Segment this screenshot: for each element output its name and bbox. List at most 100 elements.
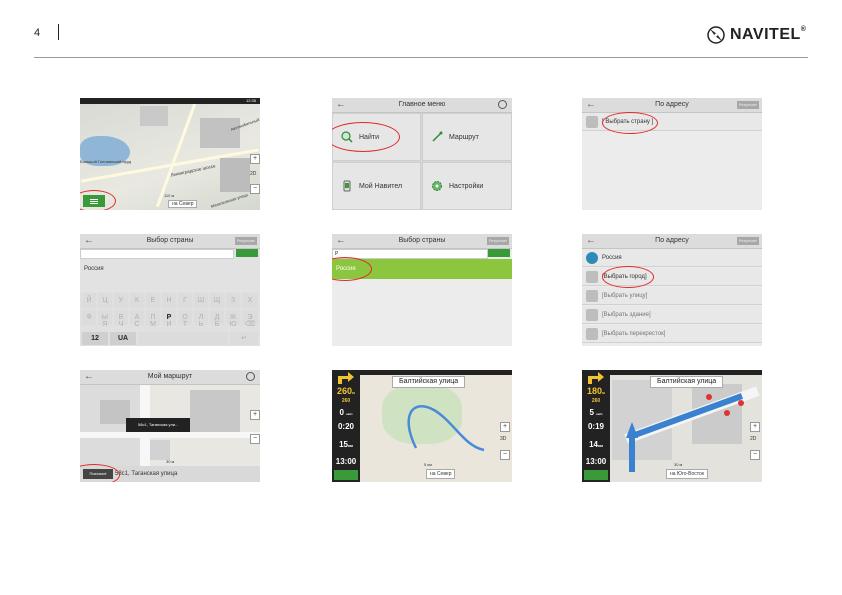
turn-distance: 180м [587, 386, 605, 396]
zoom-out-button[interactable]: − [250, 184, 260, 194]
key-lang[interactable]: UA [110, 332, 136, 345]
enter-key[interactable]: ↵ [230, 332, 258, 345]
screenshot-my-route: ← Мой маршрут 58с1, Таганская ули... + −… [80, 370, 260, 482]
zoom-in-button[interactable]: + [750, 422, 760, 432]
key[interactable]: Б [210, 320, 224, 330]
direction-label: на Север [426, 469, 456, 479]
screenshot-country-keyboard: ← Выбор страны Результат Россия Й Ц У К … [80, 234, 260, 346]
brand-name: NAVITEL® [730, 26, 807, 43]
clock: 13:00 [585, 457, 607, 466]
suggestion-item[interactable]: Россия [84, 266, 104, 272]
key[interactable]: Ч [114, 320, 128, 330]
destination-popup[interactable]: 58с1, Таганская ули... [126, 418, 190, 432]
screen-title: По адресу [655, 237, 689, 244]
backspace-key[interactable]: ⌫ [242, 320, 258, 330]
highlight-select-city [602, 266, 654, 288]
screen-title: Выбор страны [146, 237, 194, 244]
scale-label: 110 м [164, 193, 175, 198]
page-number: 4 [34, 27, 41, 39]
title-bar: ← Главное меню [332, 98, 512, 113]
turn-distance: 260м [337, 386, 355, 396]
power-icon[interactable] [498, 100, 507, 109]
zoom-in-button[interactable]: + [500, 422, 510, 432]
mode-3d-button[interactable]: 3D [500, 436, 506, 442]
key[interactable]: Ц [98, 293, 112, 308]
title-bar: ← Выбор страны Результат [332, 234, 512, 249]
address-row-street[interactable]: [Выбрать улицу] [582, 287, 762, 305]
screen-title: Главное меню [398, 101, 446, 108]
results-button[interactable]: Результат [736, 237, 759, 245]
device-icon [343, 180, 351, 192]
city-icon [586, 270, 598, 283]
navitel-logo: NAVITEL® [706, 24, 806, 46]
key[interactable]: Т [178, 320, 192, 330]
results-button[interactable]: Результат [736, 101, 759, 109]
menu-button[interactable] [334, 470, 358, 480]
key[interactable]: Я [98, 320, 112, 330]
mode-2d-button[interactable]: 2D [250, 171, 256, 177]
zoom-out-button[interactable]: − [250, 434, 260, 444]
compass-icon[interactable] [246, 372, 255, 381]
key[interactable]: Г [178, 293, 192, 308]
menu-item-settings[interactable]: Настройки [422, 162, 512, 210]
keyboard-toggle-button[interactable] [488, 249, 510, 257]
poi-marker [706, 394, 712, 400]
status-time: 12:35 [245, 98, 256, 103]
remaining-distance: 15км [339, 440, 353, 449]
address-row-building[interactable]: [Выбрать здание] [582, 306, 762, 324]
key[interactable]: С [130, 320, 144, 330]
key[interactable]: Й [82, 293, 96, 308]
keyboard-toggle-button[interactable] [236, 249, 258, 257]
mode-2d-button[interactable]: 2D [750, 436, 756, 442]
nav-sidebar: 180м 260 5 км/ч 0:19 14км 13:00 [582, 370, 610, 482]
key[interactable]: Х [242, 293, 258, 308]
key[interactable]: У [114, 293, 128, 308]
menu-item-route[interactable]: Маршрут [422, 113, 512, 161]
screenshot-navigation-3d: 180м 260 5 км/ч 0:19 14км 13:00 Балтийск… [582, 370, 762, 482]
key[interactable]: Ф [82, 310, 96, 325]
street-name-banner: Балтийская улица [392, 376, 466, 388]
key[interactable]: Ш [194, 293, 208, 308]
screenshot-map-view: 12:35 Большой Головинский пруд Ленинград… [80, 98, 260, 210]
turn-arrow-icon [338, 372, 354, 384]
menu-button[interactable] [584, 470, 608, 480]
route-line [407, 405, 485, 452]
space-key[interactable] [138, 332, 228, 345]
scale-label: 5 км [424, 462, 432, 467]
menu-item-my-navitel[interactable]: Мой Навител [332, 162, 421, 210]
key[interactable]: Щ [210, 293, 224, 308]
direction-label: на Север [168, 200, 198, 208]
time-left: 0:19 [587, 422, 604, 431]
title-bar: ← Мой маршрут [80, 370, 260, 385]
screen-title: По адресу [655, 101, 689, 108]
scale-label: 30 м [166, 459, 175, 464]
search-input[interactable] [80, 249, 234, 259]
zoom-out-button[interactable]: − [750, 450, 760, 460]
key[interactable]: Ю [226, 320, 240, 330]
screenshot-address-search: ← По адресу Результат [ Выбрать страну ] [582, 98, 762, 210]
zoom-in-button[interactable]: + [250, 154, 260, 164]
map-label-lake: Большой Головинский пруд [80, 159, 132, 164]
zoom-out-button[interactable]: − [500, 450, 510, 460]
results-button[interactable]: Результат [234, 237, 257, 245]
building-icon [586, 308, 598, 321]
key-num[interactable]: 12 [82, 332, 108, 345]
key[interactable]: К [130, 293, 144, 308]
route-arrow [626, 393, 744, 472]
gear-icon [432, 181, 442, 191]
turn-arrow-icon [588, 372, 604, 384]
title-bar: ← По адресу Результат [582, 98, 762, 113]
key[interactable]: М [146, 320, 160, 330]
address-row-country[interactable]: Россия [582, 249, 762, 267]
key[interactable]: И [162, 320, 176, 330]
zoom-in-button[interactable]: + [250, 410, 260, 420]
key[interactable]: З [226, 293, 240, 308]
title-bar: ← Выбор страны Результат [80, 234, 260, 249]
key[interactable]: Н [162, 293, 176, 308]
street-name-banner: Балтийская улица [650, 376, 724, 388]
results-button[interactable]: Результат [486, 237, 509, 245]
key[interactable]: Е [146, 293, 160, 308]
globe-icon [586, 251, 598, 264]
key[interactable]: Ь [194, 320, 208, 330]
address-row-intersection[interactable]: [Выбрать перекресток] [582, 325, 762, 343]
